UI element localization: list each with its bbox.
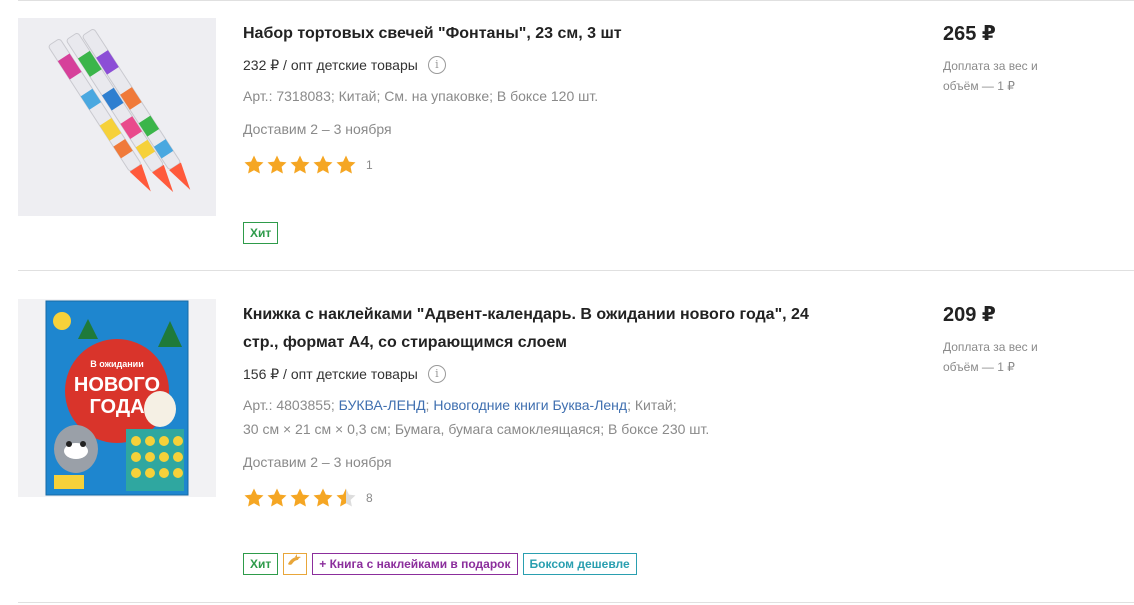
gift-badge[interactable]: + Книга с наклейками в подарок [312, 553, 518, 575]
cover-line2: НОВОГО [74, 374, 160, 396]
rating[interactable]: 8 [243, 487, 843, 509]
star-icon [313, 488, 333, 507]
surcharge-note: Доплата за вес и объём — 1 ₽ [943, 59, 1038, 93]
star-icon [244, 488, 264, 507]
product-card: Набор тортовых свечей "Фонтаны", 23 см, … [0, 0, 1134, 270]
wholesale-price: 156 ₽ / опт детские товары i [243, 363, 843, 385]
product-title[interactable]: Книжка с наклейками "Адвент-календарь. В… [243, 301, 843, 357]
product-card: В ожидании НОВОГО ГОДА Книжка с наклейка… [0, 271, 1134, 602]
star-icon [336, 155, 356, 174]
hit-badge[interactable]: Хит [243, 222, 279, 244]
cover-line3: ГОДА [89, 396, 144, 418]
star-icon [290, 155, 310, 174]
review-count[interactable]: 1 [366, 158, 373, 172]
info-circle-icon[interactable]: i [427, 56, 446, 74]
box-cheaper-badge[interactable]: Боксом дешевле [522, 553, 637, 575]
brand-link[interactable]: БУКВА-ЛЕНД [339, 397, 426, 413]
wholesale-price-text: 156 ₽ / опт детские товары [243, 366, 418, 382]
book-cover-image: В ожидании НОВОГО ГОДА [18, 299, 216, 497]
delivery-date: Доставим 2 – 3 ноября [243, 454, 392, 470]
product-image[interactable] [18, 18, 216, 216]
surcharge-note: Доплата за вес и объём — 1 ₽ [943, 340, 1038, 374]
price: 209 ₽ [943, 304, 996, 326]
bottom-divider [18, 602, 1134, 603]
product-image[interactable]: В ожидании НОВОГО ГОДА [18, 299, 216, 497]
candles-image [18, 18, 216, 216]
article-number: Арт.: 4803855; [243, 397, 335, 413]
star-icon [313, 155, 333, 174]
product-info: Книжка с наклейками "Адвент-календарь. В… [243, 301, 843, 509]
cover-line1: В ожидании [90, 359, 144, 369]
product-info: Набор тортовых свечей "Фонтаны", 23 см, … [243, 20, 843, 176]
dimensions-material: 30 см × 21 см × 0,3 см; Бумага, бумага с… [243, 421, 710, 437]
star-icon [267, 155, 287, 174]
price-column: 209 ₽ Доплата за вес и объём — 1 ₽ [943, 301, 1123, 377]
star-icon [267, 488, 287, 507]
star-icon [336, 488, 356, 507]
badges: Хит + Книга с наклейками в подарок Боксо… [243, 553, 637, 575]
price-column: 265 ₽ Доплата за вес и объём — 1 ₽ [943, 20, 1123, 96]
info-circle-icon[interactable]: i [427, 365, 446, 383]
star-icon [290, 488, 310, 507]
price: 265 ₽ [943, 23, 996, 45]
review-count[interactable]: 8 [366, 491, 373, 505]
badges: Хит [243, 222, 279, 244]
rating[interactable]: 1 [243, 154, 843, 176]
wholesale-price: 232 ₽ / опт детские товары i [243, 54, 843, 76]
star-icon [244, 155, 264, 174]
product-attributes: Арт.: 7318083; Китай; См. на упаковке; В… [243, 88, 599, 104]
rating-stars [243, 487, 358, 509]
country: ; Китай; [627, 397, 677, 413]
product-attributes: Арт.: 4803855; БУКВА-ЛЕНД; Новогодние кн… [243, 393, 843, 441]
series-link[interactable]: Новогодние книги Буква-Ленд [433, 397, 627, 413]
product-title[interactable]: Набор тортовых свечей "Фонтаны", 23 см, … [243, 20, 843, 48]
wholesale-price-text: 232 ₽ / опт детские товары [243, 57, 418, 73]
dolphin-icon[interactable] [283, 553, 308, 575]
hit-badge[interactable]: Хит [243, 553, 279, 575]
rating-stars [243, 154, 358, 176]
delivery-date: Доставим 2 – 3 ноября [243, 121, 392, 137]
